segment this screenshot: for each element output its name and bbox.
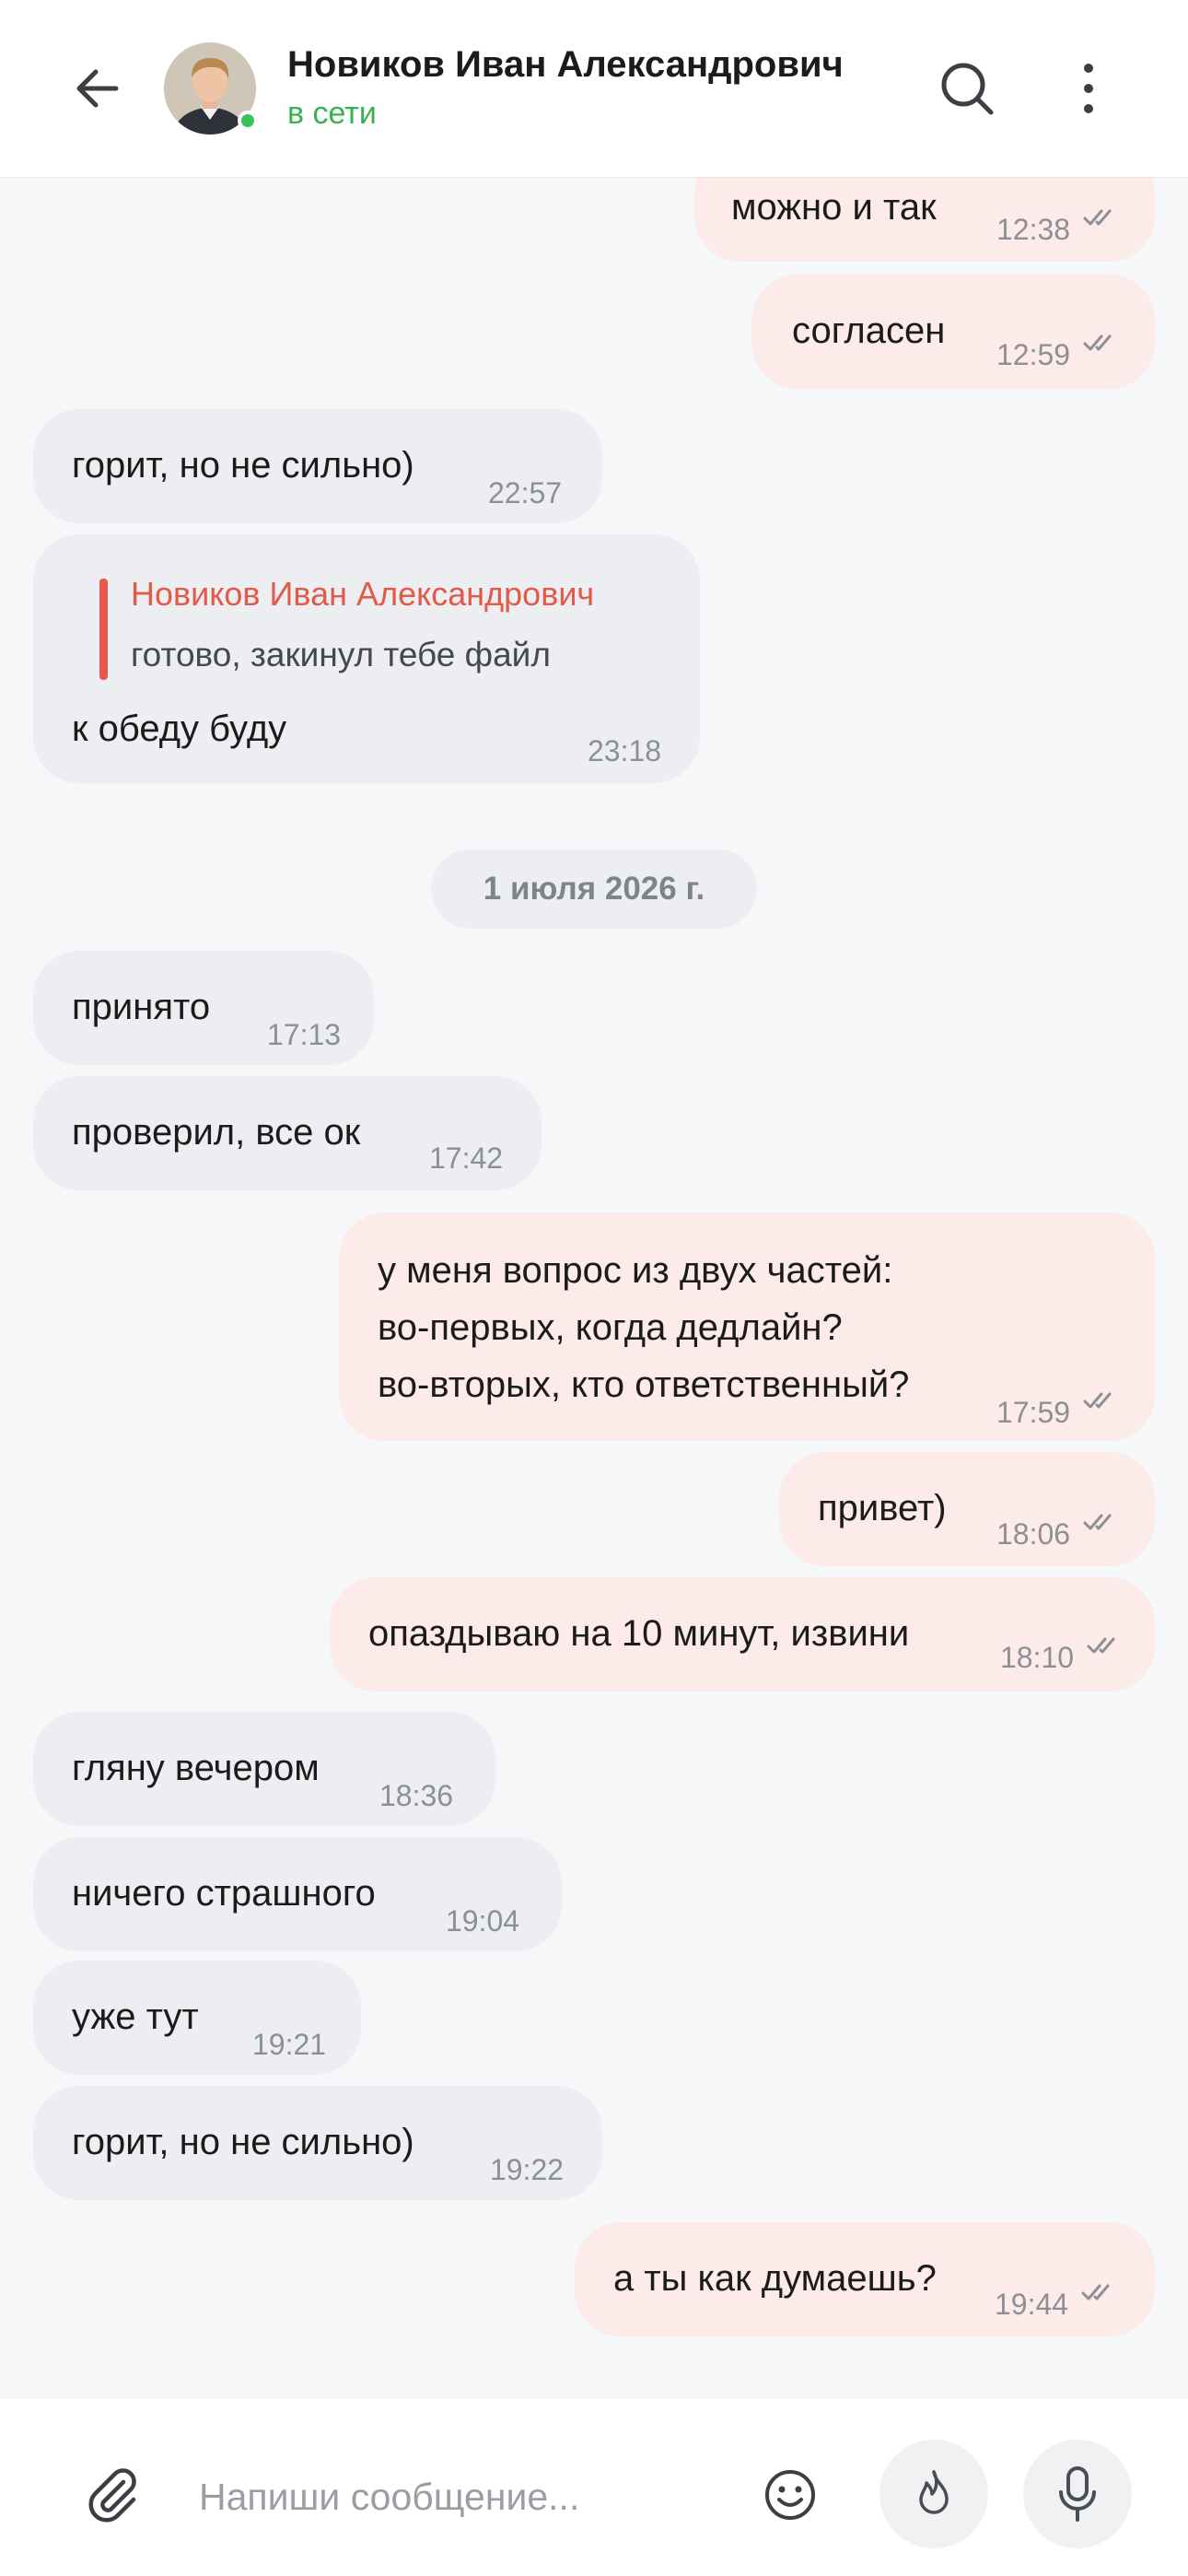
message-incoming[interactable]: гляну вечером 18:36 [33,1712,495,1826]
smile-icon [765,2470,815,2520]
date-separator: 1 июля 2026 г. [431,849,757,929]
back-button[interactable] [64,55,131,122]
message-input[interactable]: Напиши сообщение... [199,2469,715,2524]
reply-quote-bar [99,579,108,680]
search-button[interactable] [932,53,1002,123]
online-indicator [238,111,258,131]
message-incoming[interactable]: горит, но не сильно) 22:57 [33,409,602,523]
double-check-icon [1083,334,1112,351]
double-check-icon [1083,1392,1112,1409]
message-incoming[interactable]: уже тут 19:21 [33,1961,361,2075]
double-check-icon [1083,1514,1112,1530]
message-incoming[interactable]: принято 17:13 [33,951,374,1065]
search-icon [941,63,994,115]
more-menu-button[interactable] [1055,53,1122,123]
contact-name[interactable]: Новиков Иван Александрович [287,44,844,86]
message-outgoing[interactable]: согласен 12:59 [751,275,1155,389]
message-incoming[interactable]: ничего страшного 19:04 [33,1837,562,1951]
paperclip-icon [88,2468,136,2523]
message-outgoing[interactable]: опаздываю на 10 минут, извини 18:10 [330,1577,1155,1692]
contact-avatar[interactable] [164,42,258,135]
reaction-fire-button[interactable] [879,2440,988,2548]
message-outgoing[interactable]: привет) 18:06 [779,1452,1155,1566]
arrow-left-icon [76,69,119,108]
message-outgoing[interactable]: а ты как думаешь? 19:44 [575,2222,1155,2336]
emoji-button[interactable] [757,2462,823,2528]
double-check-icon [1087,1637,1115,1654]
flame-icon [919,2470,949,2514]
message-outgoing[interactable]: у меня вопрос из двух частей: во-первых,… [339,1212,1155,1441]
attach-button[interactable] [77,2458,147,2528]
message-incoming[interactable]: проверил, все ок 17:42 [33,1076,542,1190]
reply-preview-text[interactable]: готово, закинул тебе файл [131,636,551,674]
chat-header: Новиков Иван Александрович в сети [0,0,1188,177]
contact-status: в сети [287,96,377,131]
message-incoming[interactable]: горит, но не сильно) 19:22 [33,2086,602,2200]
voice-message-button[interactable] [1023,2440,1132,2548]
reply-author[interactable]: Новиков Иван Александрович [131,575,594,614]
double-check-icon [1081,2284,1110,2301]
double-check-icon [1083,209,1112,226]
more-vertical-icon [1084,64,1093,113]
microphone-icon [1059,2466,1096,2522]
